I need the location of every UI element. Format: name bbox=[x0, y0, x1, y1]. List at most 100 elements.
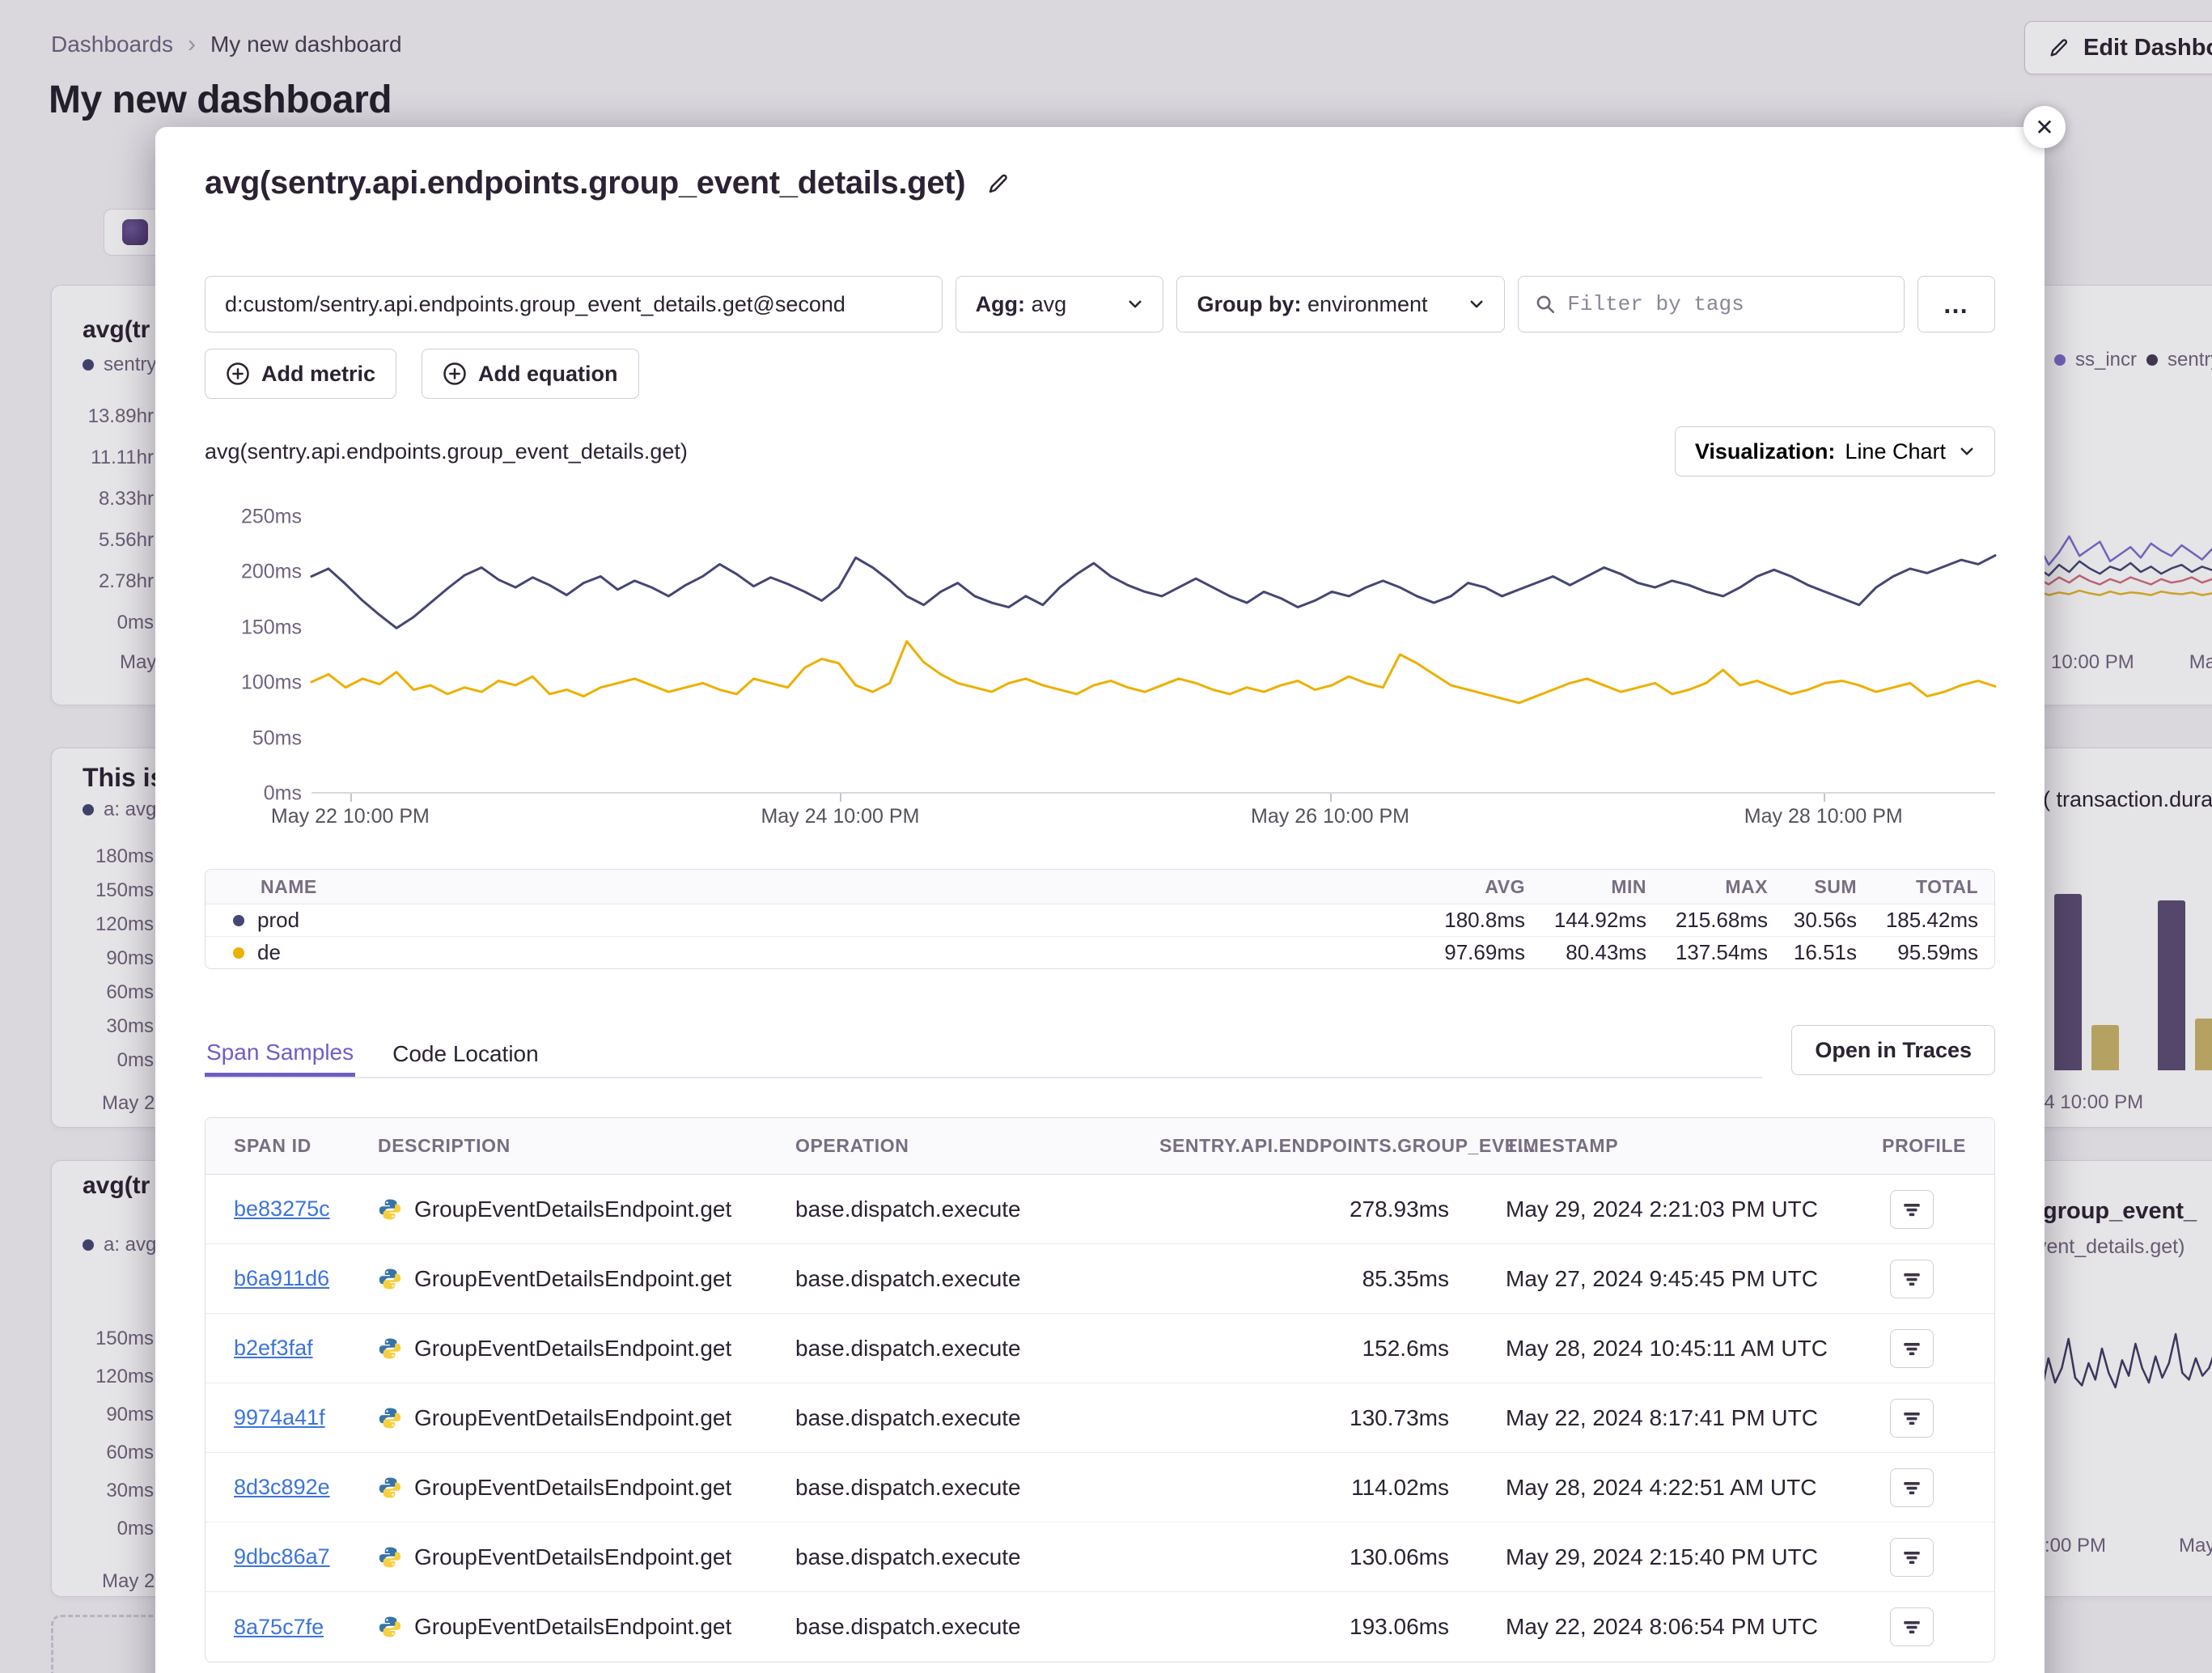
group-by-value: environment bbox=[1307, 292, 1428, 316]
group-by-dropdown[interactable]: Group by: environment bbox=[1176, 276, 1505, 332]
operation-cell: base.dispatch.execute bbox=[795, 1614, 1159, 1640]
description-cell: GroupEventDetailsEndpoint.get bbox=[378, 1336, 795, 1362]
profile-cell bbox=[1890, 1190, 1966, 1229]
samples-header-row: SPAN ID DESCRIPTION OPERATION SENTRY.API… bbox=[206, 1118, 1994, 1175]
profile-button[interactable] bbox=[1890, 1399, 1934, 1438]
profile-icon bbox=[1901, 1477, 1922, 1498]
duration-cell: 278.93ms bbox=[1159, 1197, 1449, 1222]
profile-cell bbox=[1890, 1468, 1966, 1507]
profile-button[interactable] bbox=[1890, 1607, 1934, 1646]
summary-row[interactable]: prod 180.8ms 144.92ms 215.68ms 30.56s 18… bbox=[206, 904, 1994, 936]
table-row: b6a911d6 GroupEventDetailsEndpoint.get b… bbox=[206, 1244, 1994, 1314]
profile-icon bbox=[1901, 1547, 1922, 1568]
timestamp-cell: May 29, 2024 2:15:40 PM UTC bbox=[1449, 1544, 1854, 1570]
metric-chart: 250ms200ms 150ms100ms 50ms0ms bbox=[205, 517, 1995, 794]
operation-cell: base.dispatch.execute bbox=[795, 1197, 1159, 1222]
plus-circle-icon bbox=[226, 362, 250, 386]
span-id-link[interactable]: be83275c bbox=[234, 1197, 378, 1222]
chart-header: avg(sentry.api.endpoints.group_event_det… bbox=[205, 426, 1995, 476]
span-id-link[interactable]: 8d3c892e bbox=[234, 1475, 378, 1500]
python-icon bbox=[378, 1406, 402, 1430]
summary-row[interactable]: de 97.69ms 80.43ms 137.54ms 16.51s 95.59… bbox=[206, 936, 1994, 968]
timestamp-cell: May 28, 2024 10:45:11 AM UTC bbox=[1449, 1336, 1854, 1362]
summary-header-row: NAME AVG MIN MAX SUM TOTAL bbox=[206, 870, 1994, 904]
span-samples-table: SPAN ID DESCRIPTION OPERATION SENTRY.API… bbox=[205, 1117, 1995, 1662]
add-equation-button[interactable]: Add equation bbox=[422, 349, 638, 399]
python-icon bbox=[378, 1476, 402, 1500]
profile-icon bbox=[1901, 1408, 1922, 1429]
query-actions: Add metric Add equation bbox=[205, 349, 1995, 399]
profile-cell bbox=[1890, 1607, 1966, 1646]
edit-title-button[interactable] bbox=[986, 172, 1011, 196]
tab-bar: Span Samples Code Location bbox=[205, 1028, 1762, 1078]
timestamp-cell: May 22, 2024 8:17:41 PM UTC bbox=[1449, 1405, 1854, 1431]
profile-icon bbox=[1901, 1338, 1922, 1359]
tag-filter-field[interactable] bbox=[1518, 276, 1905, 332]
profile-button[interactable] bbox=[1890, 1329, 1934, 1368]
span-id-link[interactable]: 9dbc86a7 bbox=[234, 1544, 378, 1569]
timestamp-cell: May 22, 2024 8:06:54 PM UTC bbox=[1449, 1614, 1854, 1640]
pencil-icon bbox=[986, 172, 1011, 196]
search-icon bbox=[1535, 294, 1556, 315]
chart-title: avg(sentry.api.endpoints.group_event_det… bbox=[205, 439, 688, 464]
span-id-link[interactable]: b6a911d6 bbox=[234, 1266, 378, 1291]
add-metric-button[interactable]: Add metric bbox=[205, 349, 396, 399]
tag-filter-input[interactable] bbox=[1567, 292, 1888, 316]
description-cell: GroupEventDetailsEndpoint.get bbox=[378, 1197, 795, 1222]
timestamp-cell: May 28, 2024 4:22:51 AM UTC bbox=[1449, 1475, 1854, 1501]
profile-cell bbox=[1890, 1399, 1966, 1438]
table-row: be83275c GroupEventDetailsEndpoint.get b… bbox=[206, 1175, 1994, 1244]
table-row: 9974a41f GroupEventDetailsEndpoint.get b… bbox=[206, 1383, 1994, 1453]
metric-query-input[interactable] bbox=[205, 276, 943, 332]
duration-cell: 114.02ms bbox=[1159, 1475, 1449, 1501]
span-id-link[interactable]: b2ef3faf bbox=[234, 1336, 378, 1361]
python-icon bbox=[378, 1336, 402, 1361]
chevron-down-icon bbox=[1959, 443, 1975, 460]
operation-cell: base.dispatch.execute bbox=[795, 1405, 1159, 1431]
profile-cell bbox=[1890, 1260, 1966, 1298]
visualization-dropdown[interactable]: Visualization: Line Chart bbox=[1675, 426, 1995, 476]
profile-cell bbox=[1890, 1538, 1966, 1577]
profile-button[interactable] bbox=[1890, 1260, 1934, 1298]
profile-icon bbox=[1901, 1616, 1922, 1637]
samples-section-header: Span Samples Code Location Open in Trace… bbox=[205, 1028, 1995, 1078]
series-summary-table: NAME AVG MIN MAX SUM TOTAL prod 180.8ms … bbox=[205, 869, 1995, 969]
profile-button[interactable] bbox=[1890, 1468, 1934, 1507]
aggregate-dropdown[interactable]: Agg: avg bbox=[956, 276, 1164, 332]
description-cell: GroupEventDetailsEndpoint.get bbox=[378, 1614, 795, 1640]
profile-button[interactable] bbox=[1890, 1190, 1934, 1229]
span-id-link[interactable]: 9974a41f bbox=[234, 1405, 378, 1430]
python-icon bbox=[378, 1197, 402, 1222]
modal-title: avg(sentry.api.endpoints.group_event_det… bbox=[205, 165, 965, 201]
overflow-menu-button[interactable]: … bbox=[1917, 276, 1995, 332]
table-row: 9dbc86a7 GroupEventDetailsEndpoint.get b… bbox=[206, 1523, 1994, 1592]
python-icon bbox=[378, 1615, 402, 1639]
tab-span-samples[interactable]: Span Samples bbox=[205, 1028, 355, 1077]
duration-cell: 130.06ms bbox=[1159, 1544, 1449, 1570]
operation-cell: base.dispatch.execute bbox=[795, 1336, 1159, 1362]
y-axis-labels: 250ms200ms 150ms100ms 50ms0ms bbox=[205, 517, 311, 794]
span-id-link[interactable]: 8a75c7fe bbox=[234, 1615, 378, 1640]
chevron-down-icon bbox=[1468, 296, 1485, 312]
tab-code-location[interactable]: Code Location bbox=[391, 1028, 540, 1077]
chart-plot-area[interactable] bbox=[311, 517, 1995, 794]
python-icon bbox=[378, 1545, 402, 1569]
description-cell: GroupEventDetailsEndpoint.get bbox=[378, 1266, 795, 1292]
duration-cell: 85.35ms bbox=[1159, 1266, 1449, 1292]
description-cell: GroupEventDetailsEndpoint.get bbox=[378, 1405, 795, 1431]
line-chart-canvas bbox=[311, 517, 1995, 792]
description-cell: GroupEventDetailsEndpoint.get bbox=[378, 1475, 795, 1501]
aggregate-value: avg bbox=[1032, 292, 1067, 316]
profile-icon bbox=[1901, 1199, 1922, 1220]
series-name: de bbox=[257, 940, 281, 965]
close-icon[interactable]: ✕ bbox=[2023, 106, 2066, 148]
duration-cell: 152.6ms bbox=[1159, 1336, 1449, 1362]
open-in-traces-button[interactable]: Open in Traces bbox=[1791, 1025, 1995, 1075]
duration-cell: 130.73ms bbox=[1159, 1405, 1449, 1431]
duration-cell: 193.06ms bbox=[1159, 1614, 1449, 1640]
plus-circle-icon bbox=[443, 362, 467, 386]
description-cell: GroupEventDetailsEndpoint.get bbox=[378, 1544, 795, 1570]
legend-dot bbox=[233, 947, 244, 959]
table-row: 8a75c7fe GroupEventDetailsEndpoint.get b… bbox=[206, 1592, 1994, 1662]
profile-button[interactable] bbox=[1890, 1538, 1934, 1577]
